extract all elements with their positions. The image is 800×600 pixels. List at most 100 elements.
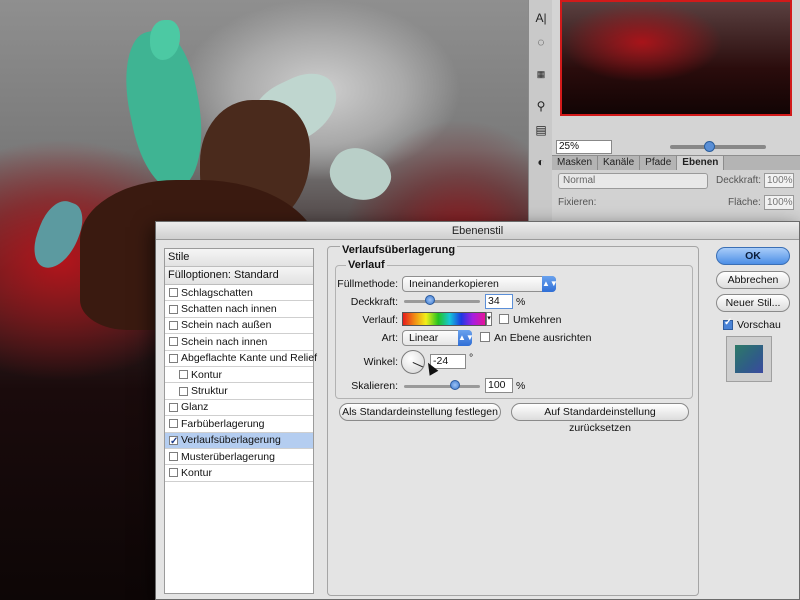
style-preview-sample <box>735 345 763 373</box>
style-item-checkbox[interactable] <box>169 320 178 330</box>
percent-unit: % <box>516 296 526 308</box>
style-item-label: Kontur <box>181 467 212 479</box>
tab-pfade[interactable]: Pfade <box>640 156 678 170</box>
fill-method-label: Füllmethode: <box>337 278 398 290</box>
clone-source-icon[interactable]: ▦ <box>532 66 550 82</box>
zoom-slider-handle[interactable] <box>704 141 715 152</box>
navigator-thumbnail[interactable] <box>560 0 792 116</box>
opacity-slider[interactable] <box>404 300 480 303</box>
style-item-label: Schlagschatten <box>181 286 253 299</box>
percent-unit: % <box>516 380 526 392</box>
panel-tabs: Masken Kanäle Pfade Ebenen <box>552 156 800 170</box>
style-preview <box>726 336 772 382</box>
tab-masken[interactable]: Masken <box>552 156 599 170</box>
layers-panel: Masken Kanäle Pfade Ebenen Normal Deckkr… <box>552 155 800 225</box>
style-item-label: Musterüberlagerung <box>181 450 275 463</box>
adjustments-icon[interactable]: ◐ <box>532 154 550 170</box>
scale-field[interactable]: 100 <box>485 378 513 393</box>
style-item-label: Glanz <box>181 401 209 414</box>
panel-dock-toolstrip: A| ◌ ▦ ⚲ ▤ ◐ <box>528 0 552 222</box>
style-item[interactable]: Kontur <box>165 465 313 482</box>
angle-dial[interactable] <box>401 350 425 374</box>
style-item-label: Struktur <box>191 385 228 398</box>
style-item-checkbox[interactable] <box>169 434 178 450</box>
style-item-checkbox[interactable] <box>169 452 178 462</box>
gradient-style-select[interactable]: Linear ▲▼ <box>402 330 474 346</box>
style-item-checkbox[interactable] <box>169 288 178 298</box>
style-item[interactable]: Farbüberlagerung <box>165 416 313 433</box>
fill-method-select[interactable]: Ineinanderkopieren ▲▼ <box>402 276 558 292</box>
style-item-checkbox[interactable] <box>169 419 178 429</box>
layer-style-dialog: Ebenenstil Stile Fülloptionen: Standard … <box>155 221 800 600</box>
style-item[interactable]: Schein nach außen <box>165 318 313 335</box>
layer-fill-label: Fläche: <box>728 197 761 208</box>
style-item-checkbox[interactable] <box>169 468 178 478</box>
dialog-title[interactable]: Ebenenstil <box>156 222 799 240</box>
style-item[interactable]: Schlagschatten <box>165 285 313 302</box>
style-item-label: Schein nach innen <box>181 335 268 348</box>
style-item[interactable]: Glanz <box>165 400 313 417</box>
style-item-checkbox[interactable] <box>169 353 178 363</box>
style-item[interactable]: Verlaufsüberlagerung <box>165 432 313 450</box>
subsection-title: Verlauf <box>346 259 387 271</box>
grid-panel-icon[interactable]: ▤ <box>532 122 550 138</box>
scale-label: Skalieren: <box>351 380 398 392</box>
preview-check-icon: ✓ <box>724 317 733 328</box>
style-item-checkbox[interactable] <box>179 370 188 380</box>
opacity-field[interactable]: 34 <box>485 294 513 309</box>
reverse-checkbox[interactable] <box>499 314 509 324</box>
style-item-checkbox[interactable] <box>179 386 188 396</box>
zoom-field[interactable]: 25% <box>556 140 612 154</box>
tab-ebenen[interactable]: Ebenen <box>677 156 725 170</box>
gradient-style-value: Linear <box>409 332 439 344</box>
scale-slider-handle[interactable] <box>449 380 460 390</box>
degree-unit: ° <box>469 352 474 364</box>
gradient-picker[interactable] <box>402 312 486 326</box>
character-panel-icon[interactable]: A| <box>532 10 550 26</box>
ok-button[interactable]: OK <box>716 247 790 265</box>
layer-opacity-field[interactable]: 100% <box>764 173 794 188</box>
opacity-slider-handle[interactable] <box>424 295 435 305</box>
style-item-checkbox[interactable] <box>169 337 178 347</box>
tab-kanaele[interactable]: Kanäle <box>598 156 641 170</box>
opacity-label: Deckkraft: <box>350 296 398 308</box>
navigator-panel: 25% <box>552 0 800 155</box>
style-item[interactable]: Kontur <box>165 367 313 384</box>
style-items-container: Schlagschatten Schatten nach innen Schein … <box>165 285 317 482</box>
reverse-label: Umkehren <box>513 314 562 326</box>
cancel-button[interactable]: Abbrechen <box>716 271 790 289</box>
style-item[interactable]: Musterüberlagerung <box>165 449 313 466</box>
style-item[interactable]: Schatten nach innen <box>165 301 313 318</box>
angle-label: Winkel: <box>363 356 398 368</box>
gradient-label: Verlauf: <box>362 314 398 326</box>
style-item-label: Abgeflachte Kante und Relief <box>181 352 318 365</box>
style-item-label: Kontur <box>191 368 222 381</box>
chevron-updown-icon: ▲▼ <box>542 276 558 292</box>
style-item[interactable]: Struktur <box>165 383 313 400</box>
layer-comps-icon[interactable]: ⚲ <box>532 98 550 114</box>
chevron-updown-icon: ▲▼ <box>458 330 474 346</box>
new-style-button[interactable]: Neuer Stil... <box>716 294 790 312</box>
style-item[interactable]: Schein nach innen <box>165 334 313 351</box>
layer-fill-field[interactable]: 100% <box>764 195 794 210</box>
styles-header[interactable]: Stile <box>165 249 313 267</box>
blending-options-item[interactable]: Fülloptionen: Standard <box>165 267 313 285</box>
make-default-button[interactable]: Als Standardeinstellung festlegen <box>339 403 501 421</box>
align-with-layer-label: An Ebene ausrichten <box>494 332 592 344</box>
scale-slider[interactable] <box>404 385 480 388</box>
zoom-slider[interactable] <box>670 145 766 149</box>
section-title: Verlaufsüberlagerung <box>340 244 458 256</box>
style-item-checkbox[interactable] <box>169 304 178 314</box>
gradient-dropdown-icon[interactable]: ▾ <box>486 312 492 326</box>
style-item[interactable]: Abgeflachte Kante und Relief <box>165 351 317 367</box>
brush-preset-icon[interactable]: ◌ <box>532 34 550 50</box>
align-with-layer-checkbox[interactable] <box>480 332 490 342</box>
style-item-label: Schein nach außen <box>181 319 272 332</box>
lock-label: Fixieren: <box>558 197 597 208</box>
layer-blend-mode-select[interactable]: Normal <box>558 173 708 189</box>
styles-list: Stile Fülloptionen: Standard Schlagschat… <box>164 248 317 594</box>
style-item-checkbox[interactable] <box>169 402 178 412</box>
style-item-label: Farbüberlagerung <box>181 417 265 430</box>
fill-method-value: Ineinanderkopieren <box>409 278 499 290</box>
reset-default-button[interactable]: Auf Standardeinstellung zurücksetzen <box>511 403 689 434</box>
